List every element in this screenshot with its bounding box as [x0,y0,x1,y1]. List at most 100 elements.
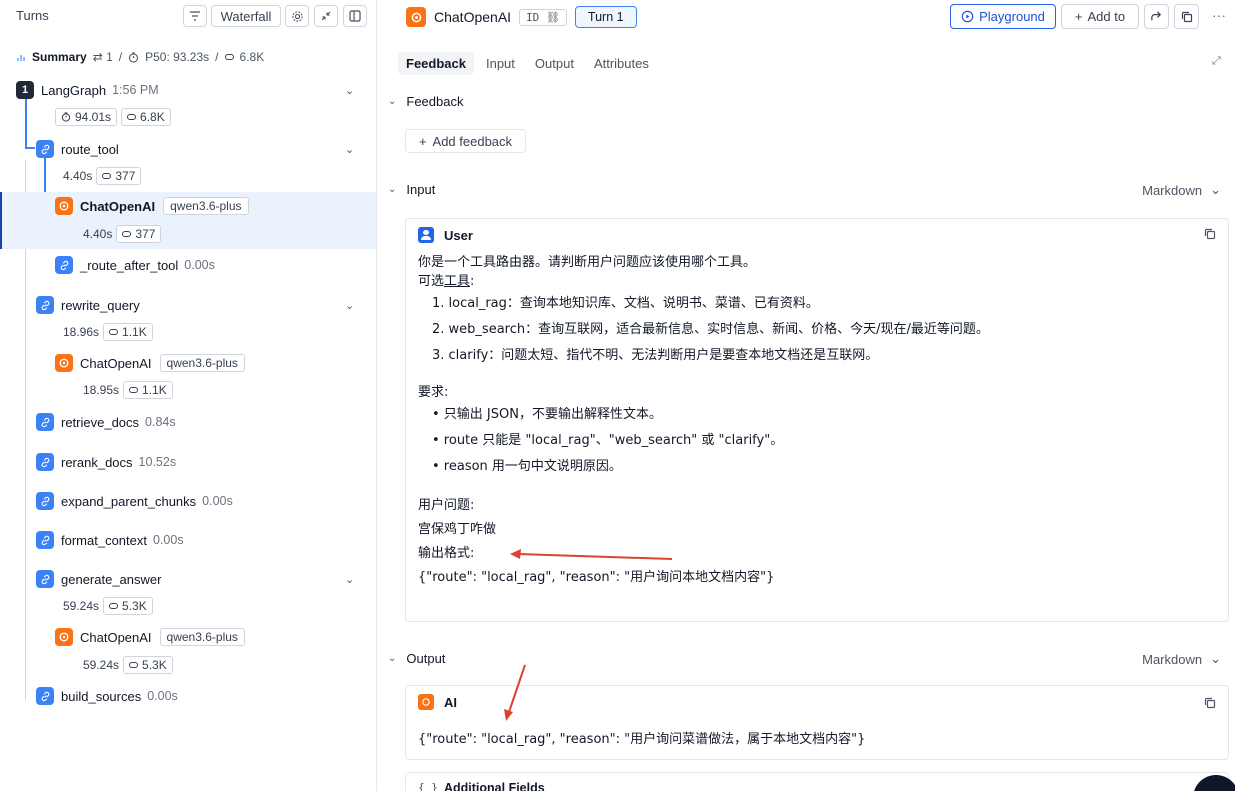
node-latency: 10.52s [138,455,177,469]
latency-badge: 94.01s [55,108,118,126]
run-detail-panel: ChatOpenAI ID ⛓ Turn 1 Playground + Add … [378,0,1235,791]
node-latency: 0.00s [147,689,178,703]
node-name: rerank_docs [61,454,133,470]
token-icon [109,329,119,335]
node-name: retrieve_docs [61,414,140,430]
toggle-panel-button[interactable] [343,5,367,27]
model-badge: qwen3.6-plus [159,354,245,372]
node-metrics: 59.24s 5.3K [63,597,153,615]
summary-label: Summary [32,50,87,64]
latency-value: 59.24s [83,658,120,672]
tokens-value: 1.1K [142,383,167,397]
node-metrics: 4.40s 377 [63,167,142,185]
chain-icon [36,453,54,471]
node-latency: 0.00s [202,494,233,508]
node-name: format_context [61,532,147,548]
node-metrics: 4.40s 377 [83,225,162,243]
node-name: expand_parent_chunks [61,493,197,509]
tree-node-route-after-tool[interactable]: _route_after_tool 0.00s [55,256,215,274]
latency-value: 18.95s [83,383,120,397]
annotation-arrow-line [508,664,526,713]
tokens-badge: 6.8K [121,108,171,126]
chevron-down-icon[interactable]: ⌄ [345,573,354,586]
tree-node-generate-answer[interactable]: generate_answer [36,570,161,588]
chevron-down-icon[interactable]: ⌄ [345,299,354,312]
tree-node-rerank-docs[interactable]: rerank_docs 10.52s [36,453,176,471]
token-icon [102,173,112,179]
latency-value: 4.40s [63,169,93,183]
tree-node-route-llm[interactable]: ChatOpenAI qwen3.6-plus [55,197,249,215]
bar-chart-icon [17,55,25,61]
openai-icon [55,628,73,646]
tokens-value: 1.1K [122,325,147,339]
tree-node-format-context[interactable]: format_context 0.00s [36,531,184,549]
latency-value: 59.24s [63,599,100,613]
tokens-badge: 5.3K [103,597,153,615]
node-name: ChatOpenAI [80,355,152,371]
node-name: ChatOpenAI [80,198,156,214]
settings-button[interactable] [285,5,309,27]
tree-node-expand-parent-chunks[interactable]: expand_parent_chunks 0.00s [36,492,233,510]
node-name: route_tool [61,141,119,157]
chevron-down-icon[interactable]: ⌄ [345,84,354,97]
tree-node-build-sources[interactable]: build_sources 0.00s [36,687,178,705]
tree-node-route-tool[interactable]: route_tool [36,140,119,158]
turns-header: Turns Waterfall [0,0,376,32]
chain-icon [36,413,54,431]
tokens-value: 377 [135,227,156,241]
chain-icon [36,296,54,314]
annotation-arrowhead [510,549,521,559]
node-name: rewrite_query [61,297,140,313]
node-metrics: 94.01s 6.8K [55,108,171,126]
node-name: _route_after_tool [80,257,179,273]
stopwatch-icon [61,112,71,122]
filter-button[interactable] [183,5,207,27]
chain-icon [36,140,54,158]
node-metrics: 59.24s 5.3K [83,656,173,674]
tree-connector [25,99,27,149]
stopwatch-icon [129,51,139,63]
tokens-value: 5.3K [122,599,147,613]
tokens-badge: 5.3K [123,656,173,674]
annotation-overlay [504,549,673,721]
annotation-arrowhead [504,709,513,721]
tree-node-rewrite-llm[interactable]: ChatOpenAI qwen3.6-plus [55,354,245,372]
openai-icon [55,197,73,215]
token-icon [109,603,119,609]
tree-node-langgraph[interactable]: 1 LangGraph 1:56 PM [16,81,159,99]
token-icon [129,387,139,393]
node-latency: 0.00s [184,258,215,272]
tree-node-retrieve-docs[interactable]: retrieve_docs 0.84s [36,413,176,431]
tree-node-generate-llm[interactable]: ChatOpenAI qwen3.6-plus [55,628,245,646]
model-badge: qwen3.6-plus [159,628,245,646]
model-badge: qwen3.6-plus [163,197,249,215]
chain-icon [36,687,54,705]
node-name: generate_answer [61,571,162,587]
tokens-badge: 1.1K [123,381,173,399]
node-latency: 0.84s [145,415,176,429]
tree-node-rewrite-query[interactable]: rewrite_query [36,296,140,314]
chain-icon [36,531,54,549]
gear-icon [291,10,303,22]
token-icon [224,54,234,60]
node-metrics: 18.96s 1.1K [63,323,153,341]
collapse-all-button[interactable] [314,5,338,27]
tokens-badge: 377 [116,225,162,243]
chain-icon [36,492,54,510]
latency-value: 94.01s [75,110,112,124]
waterfall-button[interactable]: Waterfall [211,5,281,27]
summary-row[interactable]: Summary ⇄ 1 / P50: 93.23s / 6.8K [16,49,264,65]
token-icon [122,231,132,237]
collapse-icon [321,11,331,21]
turn-number-badge: 1 [16,81,34,99]
tokens-badge: 377 [96,167,142,185]
trace-tree-panel: Turns Waterfall Summary ⇄ 1 / P50: 93.23… [0,0,377,791]
node-time: 1:56 PM [112,83,159,97]
separator: / [215,50,219,64]
openai-icon [55,354,73,372]
annotation-arrow-line [517,553,673,560]
chevron-down-icon[interactable]: ⌄ [345,143,354,156]
separator: / [118,50,123,64]
summary-p50: P50: 93.23s [145,50,210,64]
latency-value: 4.40s [83,227,113,241]
